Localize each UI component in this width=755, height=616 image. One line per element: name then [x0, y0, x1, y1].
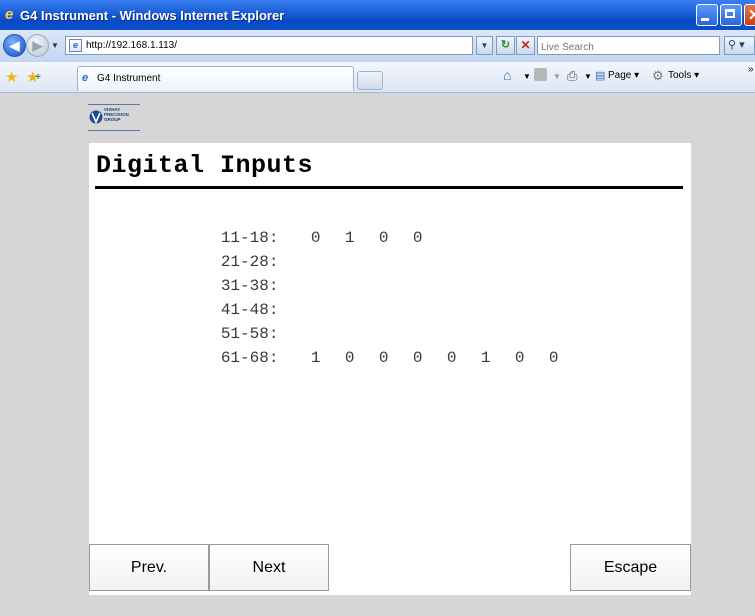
new-tab-button[interactable]: [357, 71, 383, 90]
input-row: 61-68: 1 0 0 0 0 1 0 0: [144, 331, 583, 367]
tab-page-icon: e: [82, 72, 89, 84]
input-bit: 0: [514, 349, 525, 367]
tab-label: G4 Instrument: [97, 73, 161, 84]
recent-pages-dropdown-icon[interactable]: ▼: [51, 41, 59, 50]
gear-icon: ⚙: [652, 68, 664, 83]
page-menu-icon: ▤: [595, 70, 606, 82]
favorites-star-icon[interactable]: ★: [5, 68, 18, 86]
more-commands-icon[interactable]: »: [748, 64, 754, 75]
print-icon[interactable]: ⎙: [567, 68, 577, 84]
tools-menu-label: Tools: [668, 70, 692, 81]
stop-button[interactable]: ✕: [516, 36, 535, 55]
window-title: G4 Instrument - Windows Internet Explore…: [20, 8, 285, 23]
vishay-logo: VISHAY PRECISION GROUP: [88, 104, 140, 131]
input-row: 41-48:: [144, 283, 583, 319]
page-viewport: VISHAY PRECISION GROUP Digital Inputs 11…: [0, 93, 755, 616]
search-icon: ⚲ ▾: [728, 39, 745, 51]
tools-menu-button[interactable]: Tools ▾: [668, 70, 699, 81]
back-button[interactable]: ◀: [3, 34, 26, 57]
maximize-button[interactable]: [720, 4, 742, 26]
input-row: 51-58:: [144, 307, 583, 343]
page-icon: e: [69, 39, 82, 52]
input-row: 31-38:: [144, 259, 583, 295]
input-bit: 0: [412, 349, 423, 367]
escape-button[interactable]: Escape: [570, 544, 691, 591]
add-favorites-icon[interactable]: ★: [26, 68, 41, 86]
input-bit: 1: [480, 349, 491, 367]
feeds-dropdown-icon[interactable]: ▼: [553, 72, 561, 81]
input-row: 21-28:: [144, 235, 583, 271]
vishay-logo-mark-icon: [89, 110, 103, 124]
input-bit: 0: [378, 349, 389, 367]
logo-text: VISHAY PRECISION GROUP: [104, 107, 129, 122]
home-icon[interactable]: ⌂: [503, 67, 511, 83]
input-bit: 0: [446, 349, 457, 367]
search-field[interactable]: [537, 36, 720, 55]
search-input[interactable]: [541, 40, 711, 55]
window-titlebar: e G4 Instrument - Windows Internet Explo…: [0, 0, 755, 30]
address-field[interactable]: e http://192.168.1.113/: [65, 36, 473, 55]
input-bit: 0: [548, 349, 559, 367]
page-menu-button[interactable]: Page ▾: [608, 70, 639, 81]
forward-button[interactable]: ▶: [26, 34, 49, 57]
input-row: 11-18: 0 1 0 0: [144, 211, 583, 247]
tab-g4-instrument[interactable]: e G4 Instrument: [77, 66, 354, 91]
input-row-label: 61-68:: [220, 349, 279, 367]
title-divider: [95, 186, 683, 189]
address-text[interactable]: http://192.168.1.113/: [86, 40, 177, 51]
address-dropdown-button[interactable]: ▼: [476, 36, 493, 55]
tab-toolbar: ★ ★ e G4 Instrument ⌂ ▼ ▼ ⎙ ▼ ▤ Page ▾ ⚙…: [0, 62, 755, 93]
print-dropdown-icon[interactable]: ▼: [584, 72, 592, 81]
prev-button[interactable]: Prev.: [89, 544, 209, 591]
address-toolbar: ◀ ▶ ▼ e http://192.168.1.113/ ▼ ↻ ✕ ⚲ ▾: [0, 30, 755, 62]
search-button[interactable]: ⚲ ▾: [724, 36, 755, 55]
close-window-button[interactable]: [744, 4, 755, 26]
next-button[interactable]: Next: [209, 544, 329, 591]
main-panel: Digital Inputs 11-18: 0 1 0 0 21-28: 31-38: …: [89, 143, 691, 595]
feeds-icon[interactable]: [534, 68, 547, 81]
page-title: Digital Inputs: [96, 151, 314, 180]
input-bit: 1: [310, 349, 321, 367]
ie-logo-icon: e: [5, 6, 14, 23]
minimize-button[interactable]: [696, 4, 718, 26]
refresh-button[interactable]: ↻: [496, 36, 515, 55]
digital-inputs-list: 11-18: 0 1 0 0 21-28: 31-38: 41-48: 51-58: 6…: [144, 211, 583, 367]
input-bit: 0: [344, 349, 355, 367]
home-dropdown-icon[interactable]: ▼: [523, 72, 531, 81]
page-menu-label: Page: [608, 70, 632, 81]
